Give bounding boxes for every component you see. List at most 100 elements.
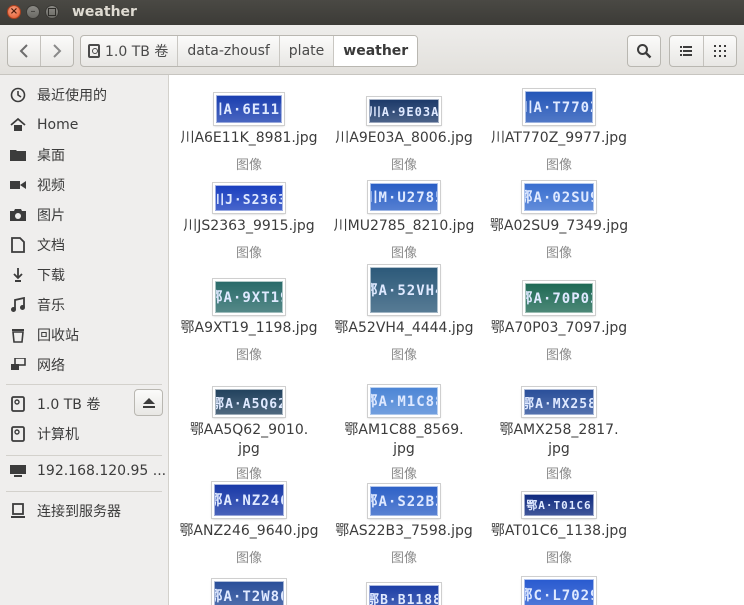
file-name: 川A6E11K_8981.jpg	[180, 130, 318, 146]
sidebar: 最近使用的 Home 桌面 视频 图片 文档 下载 音乐 回收站 网络 1.0 …	[0, 75, 169, 605]
file-type: 图像	[390, 246, 417, 261]
license-plate-image: 鄂A·M1C88	[370, 387, 438, 415]
license-plate-image: 川M·U2785	[370, 183, 438, 211]
image-thumbnail: 川J·S2363	[213, 183, 285, 213]
file-type: 图像	[235, 467, 262, 482]
disk-icon	[9, 395, 27, 413]
home-icon	[9, 116, 27, 134]
license-plate-image: 鄂A·9XT19	[215, 281, 283, 313]
search-icon	[637, 44, 652, 59]
sidebar-item-pictures[interactable]: 图片	[0, 200, 168, 230]
image-thumbnail: 鄂A·T01C6	[522, 492, 596, 518]
image-thumbnail: 川M·U2785	[368, 181, 440, 213]
image-thumbnail: 鄂A·NZ246	[212, 482, 286, 518]
file-name: 鄂A9XT19_1198.jpg	[180, 320, 318, 336]
sidebar-item-network[interactable]: 网络	[0, 350, 168, 380]
list-view-button[interactable]	[670, 36, 703, 66]
sidebar-divider	[6, 491, 162, 492]
file-name: 鄂ANZ246_9640.jpg	[179, 523, 319, 539]
sidebar-item-desktop[interactable]: 桌面	[0, 140, 168, 170]
file-name: 鄂A52VH4_4444.jpg	[334, 320, 474, 336]
file-name: 鄂AS22B3_7598.jpg	[335, 523, 473, 539]
file-type: 图像	[390, 348, 417, 363]
license-plate-image: 川J·S2363	[215, 185, 283, 211]
title-bar: × – weather	[0, 0, 744, 25]
server-icon	[9, 462, 27, 480]
view-mode-buttons	[669, 35, 737, 67]
license-plate-image: 鄂B·B1188	[369, 585, 439, 605]
breadcrumb-volume[interactable]: 1.0 TB 卷	[81, 36, 177, 66]
license-plate-image: 鄂A·02SU9	[524, 183, 594, 211]
breadcrumb-weather[interactable]: weather	[333, 36, 418, 66]
music-icon	[9, 296, 27, 314]
file-name: 鄂AM1C88_8569. jpg	[344, 422, 464, 457]
maximize-icon	[48, 8, 56, 16]
search-button[interactable]	[627, 35, 661, 67]
download-icon	[9, 266, 27, 284]
image-thumbnail: 川A·9E03A	[367, 97, 441, 125]
sidebar-item-music[interactable]: 音乐	[0, 290, 168, 320]
file-type: 图像	[235, 158, 262, 173]
license-plate-image: 鄂A·T2W80	[214, 581, 284, 605]
license-plate-image: 鄂A·T01C6	[524, 494, 594, 516]
sidebar-item-home[interactable]: Home	[0, 110, 168, 140]
sidebar-item-recent[interactable]: 最近使用的	[0, 80, 168, 110]
sidebar-item-connect-server[interactable]: 连接到服务器	[0, 496, 168, 526]
network-icon	[9, 356, 27, 374]
file-name: 川A9E03A_8006.jpg	[335, 130, 473, 146]
license-plate-image: 川A·T770Z	[525, 91, 593, 123]
file-type: 图像	[390, 467, 417, 482]
license-plate-image: 鄂A·52VH4	[370, 267, 438, 313]
navigation-buttons	[7, 35, 74, 67]
file-type: 图像	[545, 158, 572, 173]
back-button[interactable]	[8, 36, 40, 66]
license-plate-image: 鄂A·NZ246	[214, 484, 284, 516]
sidebar-item-remote-server[interactable]: 192.168.120.95 ...	[0, 456, 168, 486]
grid-icon	[713, 45, 726, 57]
image-thumbnail: 鄂B·B1188	[367, 583, 441, 605]
license-plate-image: 鄂A·S22B3	[370, 486, 438, 516]
file-name: 鄂A02SU9_7349.jpg	[489, 218, 629, 234]
breadcrumb-data-zhousf[interactable]: data-zhousf	[177, 36, 278, 66]
video-icon	[9, 176, 27, 194]
image-thumbnail: 鄂A·S22B3	[368, 484, 440, 518]
file-name: 鄂A70P03_7097.jpg	[490, 320, 628, 336]
maximize-window-button[interactable]	[45, 5, 59, 19]
image-thumbnail: 鄂A·MX258	[522, 387, 596, 417]
file-type: 图像	[390, 551, 417, 566]
grid-view-button[interactable]	[702, 36, 737, 66]
breadcrumb: 1.0 TB 卷 data-zhousf plate weather	[80, 35, 419, 67]
sidebar-item-computer[interactable]: 计算机	[0, 419, 168, 449]
close-icon: ×	[9, 6, 19, 17]
window-title: weather	[72, 4, 137, 20]
image-thumbnail: 鄂A·9XT19	[213, 279, 285, 315]
disk-icon	[88, 44, 100, 58]
file-name: 鄂AA5Q62_9010. jpg	[189, 422, 309, 457]
image-thumbnail: 鄂A·52VH4	[368, 265, 440, 315]
image-thumbnail: 鄂A·A5Q62	[213, 387, 285, 417]
breadcrumb-plate[interactable]: plate	[278, 36, 333, 66]
eject-button[interactable]	[134, 389, 163, 416]
file-name: 鄂AMX258_2817. jpg	[499, 422, 619, 457]
file-type: 图像	[235, 348, 262, 363]
image-thumbnail: 鄂C·L7029	[522, 577, 596, 605]
license-plate-image: 鄂A·70P03	[525, 283, 593, 313]
clock-icon	[9, 86, 27, 104]
sidebar-item-trash[interactable]: 回收站	[0, 320, 168, 350]
trash-icon	[9, 326, 27, 344]
close-window-button[interactable]: ×	[7, 5, 21, 19]
sidebar-item-videos[interactable]: 视频	[0, 170, 168, 200]
image-thumbnail: 鄂A·02SU9	[522, 181, 596, 213]
file-type: 图像	[545, 467, 572, 482]
file-name: 川JS2363_9915.jpg	[183, 218, 315, 234]
file-type: 图像	[390, 158, 417, 173]
toolbar: 1.0 TB 卷 data-zhousf plate weather	[0, 25, 744, 75]
minimize-window-button[interactable]: –	[26, 5, 40, 19]
file-name: 川AT770Z_9977.jpg	[490, 130, 628, 146]
license-plate-image: 川A·6E11K	[216, 95, 282, 123]
file-type: 图像	[545, 551, 572, 566]
license-plate-image: 川A·9E03A	[369, 99, 439, 123]
forward-button[interactable]	[40, 36, 73, 66]
sidebar-item-documents[interactable]: 文档	[0, 230, 168, 260]
sidebar-item-downloads[interactable]: 下载	[0, 260, 168, 290]
